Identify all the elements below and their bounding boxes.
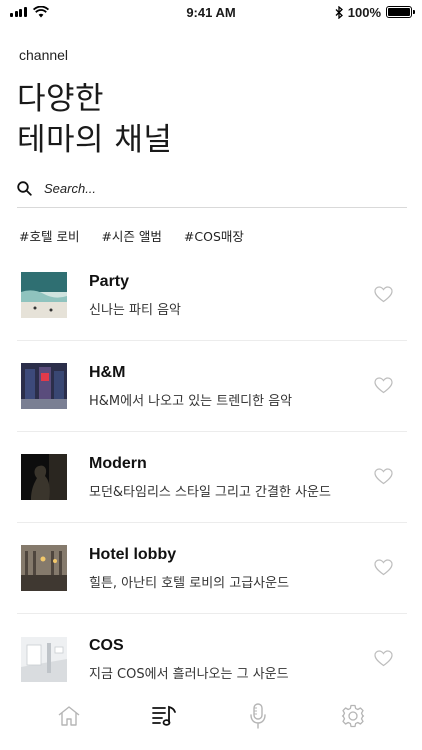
- search-input[interactable]: [44, 181, 364, 196]
- channel-title: H&M: [89, 363, 126, 381]
- channel-text: H&M H&M에서 나오고 있는 트렌디한 음악: [89, 364, 292, 409]
- battery-fill: [388, 8, 410, 16]
- tab-music[interactable]: [144, 696, 184, 736]
- channel-thumbnail-hm: [21, 363, 67, 409]
- status-left: [10, 6, 49, 18]
- channel-description: 신나는 파티 음악: [89, 302, 181, 318]
- signal-icon: [10, 7, 27, 17]
- channel-description: 힐튼, 아난티 호텔 로비의 고급사운드: [89, 575, 290, 591]
- channel-thumbnail-hotel-lobby: [21, 545, 67, 591]
- page-title: 다양한 테마의 채널: [17, 79, 172, 161]
- tab-settings[interactable]: [333, 696, 373, 736]
- microphone-icon: [250, 703, 266, 729]
- channel-text: Party 신나는 파티 음악: [89, 273, 181, 318]
- channel-title: Party: [89, 272, 130, 290]
- channel-description: 지금 COS에서 흘러나오는 그 사운드: [89, 667, 289, 682]
- channel-text: COS 지금 COS에서 흘러나오는 그 사운드: [89, 637, 289, 682]
- channel-text: Modern 모던&타임리스 스타일 그리고 간결한 사운드: [89, 455, 331, 500]
- heart-icon[interactable]: [374, 286, 393, 303]
- bluetooth-icon: [335, 5, 343, 19]
- channel-item-hm[interactable]: H&M H&M에서 나오고 있는 트렌디한 음악: [17, 341, 407, 432]
- channel-thumbnail-cos: [21, 636, 67, 683]
- channel-description: H&M에서 나오고 있는 트렌디한 음악: [89, 393, 293, 409]
- battery-icon: [386, 6, 415, 18]
- wifi-icon: [32, 6, 49, 18]
- tab-home[interactable]: [49, 696, 89, 736]
- heart-icon[interactable]: [374, 377, 393, 394]
- channel-item-hotel-lobby[interactable]: Hotel lobby 힐튼, 아난티 호텔 로비의 고급사운드: [17, 523, 407, 614]
- channel-title: Modern: [89, 454, 147, 472]
- channel-text: Hotel lobby 힐튼, 아난티 호텔 로비의 고급사운드: [89, 546, 289, 591]
- tag-list: #호텔 로비 #시즌 앨범 #COS매장: [19, 226, 244, 245]
- tag-hotel-lobby[interactable]: #호텔 로비: [19, 226, 79, 245]
- heart-icon[interactable]: [374, 468, 393, 485]
- home-icon: [58, 706, 80, 726]
- channel-thumbnail-party: [21, 272, 67, 318]
- heart-icon[interactable]: [374, 650, 393, 667]
- channel-thumbnail-modern: [21, 454, 67, 500]
- channel-description: 모던&타임리스 스타일 그리고 간결한 사운드: [89, 484, 331, 500]
- music-icon: [151, 705, 176, 726]
- settings-icon: [341, 704, 364, 728]
- channel-title: COS: [89, 637, 124, 654]
- tab-microphone[interactable]: [238, 696, 278, 736]
- channel-item-party[interactable]: Party 신나는 파티 음악: [17, 250, 407, 341]
- search-bar: [17, 176, 407, 208]
- tab-bar: [0, 682, 422, 750]
- tag-cos-store[interactable]: #COS매장: [184, 226, 244, 245]
- search-icon[interactable]: [17, 181, 32, 196]
- heart-icon[interactable]: [374, 559, 393, 576]
- page-title-line2: 테마의 채널: [17, 122, 173, 158]
- channel-title: Hotel lobby: [89, 545, 177, 563]
- channel-item-modern[interactable]: Modern 모던&타임리스 스타일 그리고 간결한 사운드: [17, 432, 407, 523]
- battery-text: 100%: [347, 4, 381, 20]
- page-title-line1: 다양한: [17, 81, 105, 117]
- status-right: 100%: [335, 4, 415, 20]
- channel-list: Party 신나는 파티 음악 H&M H&M에서 나오고 있는 트렌디한 음악: [17, 250, 407, 705]
- status-bar: 9:41 AM 100%: [0, 0, 422, 24]
- section-label: channel: [19, 47, 69, 63]
- tag-season-album[interactable]: #시즌 앨범: [101, 226, 161, 245]
